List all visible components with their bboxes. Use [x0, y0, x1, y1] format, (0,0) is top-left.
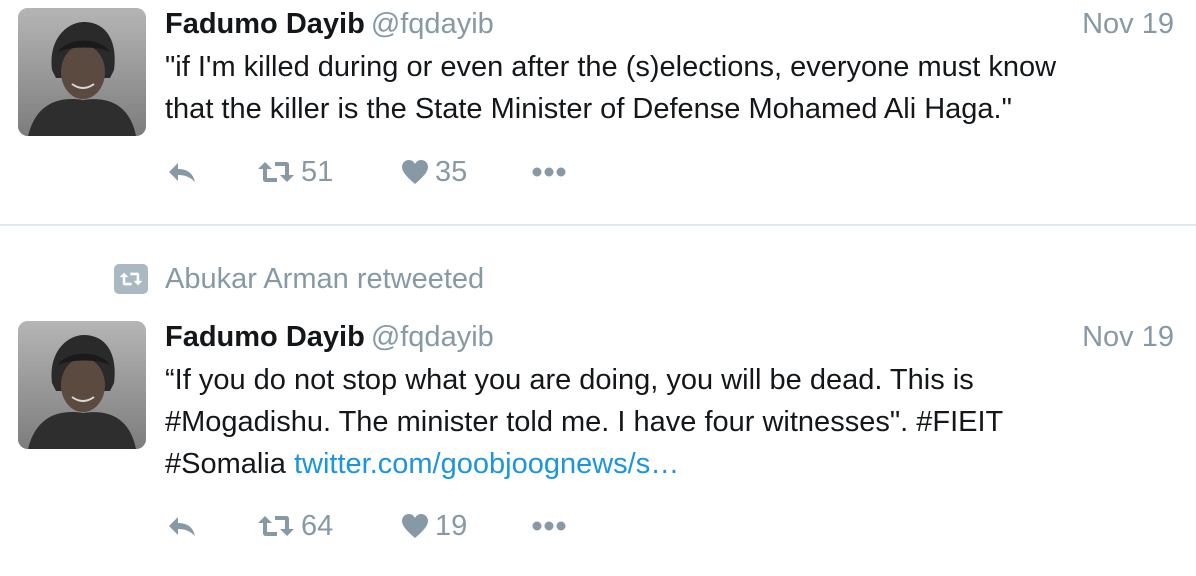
- tweet[interactable]: Abukar Arman retweeted Fadumo Dayib @fqda…: [0, 226, 1196, 576]
- tweet-text: "if I'm killed during or even after the …: [165, 46, 1175, 130]
- author-handle[interactable]: @fqdayib: [371, 321, 494, 353]
- retweet-count: 64: [301, 510, 334, 542]
- retweet-icon: [258, 516, 294, 536]
- tweet[interactable]: Fadumo Dayib @fqdayib Nov 19 "if I'm kill…: [0, 0, 1196, 225]
- tweet-header: Fadumo Dayib @fqdayib Nov 19: [165, 6, 1174, 42]
- hashtag[interactable]: #Somalia: [165, 448, 286, 480]
- tweet-date[interactable]: Nov 19: [1082, 319, 1174, 355]
- heart-icon: [402, 514, 428, 538]
- like-count: 35: [435, 156, 468, 188]
- retweeted-by[interactable]: Abukar Arman retweeted: [165, 263, 484, 296]
- avatar-photo: [18, 8, 146, 136]
- retweet-context: Abukar Arman retweeted: [114, 260, 484, 298]
- tweet-text-line: #Somalia twitter.com/goobjoognews/s…: [165, 443, 1175, 485]
- tweet-link[interactable]: twitter.com/goobjoognews/s…: [294, 448, 679, 480]
- more-icon: [532, 521, 566, 531]
- reply-button[interactable]: [167, 154, 197, 190]
- reply-button[interactable]: [167, 508, 197, 544]
- heart-icon: [402, 160, 428, 184]
- tweet-date[interactable]: Nov 19: [1082, 6, 1174, 42]
- more-button[interactable]: [531, 154, 567, 190]
- retweet-button[interactable]: 64: [257, 508, 333, 544]
- more-button[interactable]: [531, 508, 567, 544]
- like-button[interactable]: 19: [401, 508, 467, 544]
- tweet-text-line: #Mogadishu. The minister told me. I have…: [165, 406, 1004, 438]
- avatar[interactable]: [18, 321, 146, 449]
- author-name[interactable]: Fadumo Dayib: [165, 8, 365, 40]
- retweet-count: 51: [301, 156, 334, 188]
- tweet-text-line: that the killer is the State Minister of…: [165, 93, 1012, 125]
- tweet-text-line: “If you do not stop what you are doing, …: [165, 364, 974, 396]
- reply-icon: [169, 517, 195, 536]
- retweeted-icon: [114, 264, 148, 294]
- retweet-button[interactable]: 51: [257, 154, 333, 190]
- tweet-header: Fadumo Dayib @fqdayib Nov 19: [165, 319, 1174, 355]
- avatar-photo: [18, 321, 146, 449]
- reply-icon: [169, 163, 195, 182]
- author-handle[interactable]: @fqdayib: [371, 8, 494, 40]
- like-count: 19: [435, 510, 468, 542]
- like-button[interactable]: 35: [401, 154, 467, 190]
- tweet-text-line: "if I'm killed during or even after the …: [165, 51, 1057, 83]
- avatar[interactable]: [18, 8, 146, 136]
- more-icon: [532, 167, 566, 177]
- author-name[interactable]: Fadumo Dayib: [165, 321, 365, 353]
- retweet-icon: [258, 162, 294, 182]
- tweet-text: “If you do not stop what you are doing, …: [165, 359, 1175, 485]
